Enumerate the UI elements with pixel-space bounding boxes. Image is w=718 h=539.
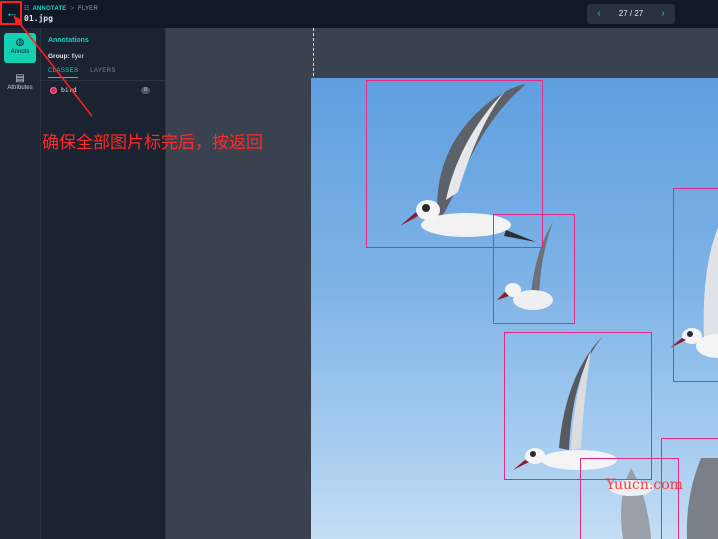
bounding-box-bird[interactable]: [493, 214, 575, 324]
class-count-badge: 8: [141, 87, 150, 94]
chevron-left-icon: ‹: [597, 8, 601, 19]
annotation-image[interactable]: [311, 78, 718, 539]
next-image-button[interactable]: ›: [655, 4, 671, 24]
image-counter: 27 / 27: [618, 9, 644, 18]
chevron-right-icon: ›: [661, 8, 665, 19]
bounding-box-bird[interactable]: [673, 188, 718, 382]
watermark: Yuucn.com: [606, 477, 683, 493]
arrow-icon: [13, 15, 93, 117]
instruction-text: 确保全部图片标完后，按返回: [42, 133, 263, 153]
previous-image-button[interactable]: ‹: [591, 4, 607, 24]
image-pager: ‹ 27 / 27 ›: [587, 4, 675, 24]
